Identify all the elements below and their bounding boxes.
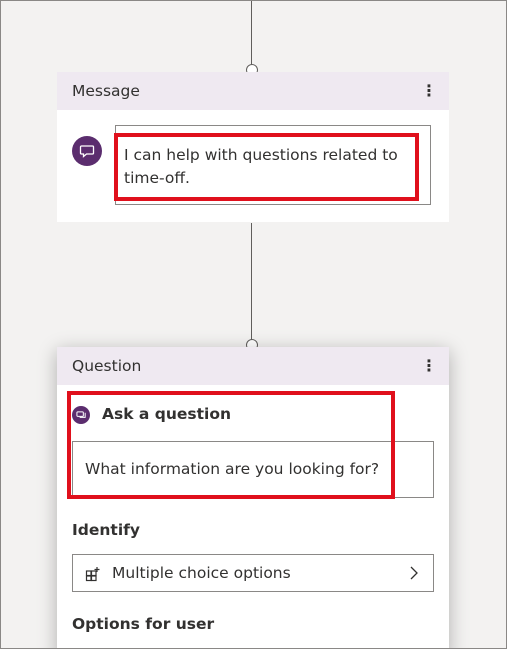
question-node[interactable]: Question ⋮ Ask a question What informati… — [57, 347, 449, 648]
message-node-title: Message — [72, 82, 140, 100]
flow-connector-middle — [251, 223, 252, 340]
options-for-user-label: Options for user — [72, 615, 215, 633]
message-node-header: Message ⋮ — [57, 72, 449, 110]
chat-bubble-icon — [72, 136, 102, 166]
message-node[interactable]: Message ⋮ I can help with questions rela… — [57, 72, 449, 222]
question-text-box[interactable]: What information are you looking for? — [72, 441, 434, 498]
question-text: What information are you looking for? — [85, 460, 380, 478]
more-options-icon[interactable]: ⋮ — [421, 358, 437, 374]
identify-label: Identify — [72, 521, 140, 539]
ask-question-heading: Ask a question — [102, 405, 232, 423]
authoring-canvas: Message ⋮ I can help with questions rela… — [0, 0, 507, 649]
message-text: I can help with questions related to tim… — [124, 146, 398, 187]
question-node-header: Question ⋮ — [57, 347, 449, 385]
question-node-title: Question — [72, 357, 142, 375]
message-text-box[interactable]: I can help with questions related to tim… — [115, 125, 431, 205]
chevron-right-icon — [409, 565, 421, 581]
identify-selector[interactable]: Multiple choice options — [72, 554, 434, 592]
chat-bubbles-icon — [72, 406, 90, 424]
more-options-icon[interactable]: ⋮ — [421, 83, 437, 99]
identify-value: Multiple choice options — [112, 564, 291, 582]
flow-connector-top — [251, 1, 252, 65]
grid-plus-icon — [85, 565, 102, 582]
